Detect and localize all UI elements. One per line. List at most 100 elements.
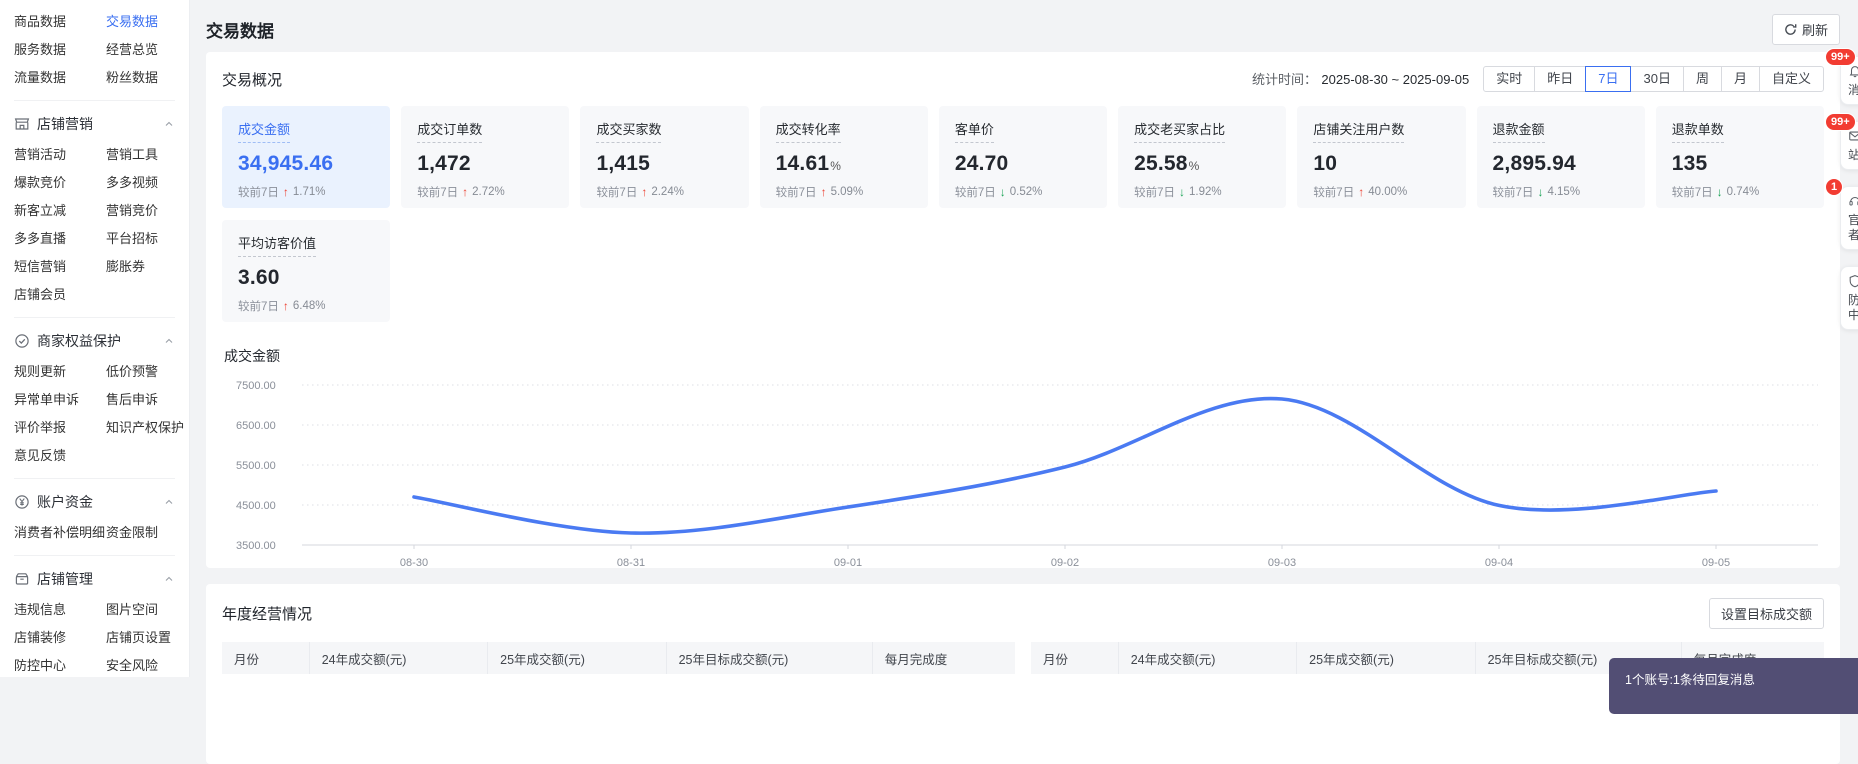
sidebar-link[interactable]: 平台招标 bbox=[106, 225, 189, 253]
chevron-up-icon[interactable] bbox=[163, 118, 175, 130]
sidebar-link[interactable]: 异常单申诉 bbox=[14, 386, 106, 414]
overview-title: 交易概况 bbox=[222, 69, 282, 90]
sidebar-link[interactable]: 流量数据 bbox=[14, 64, 106, 92]
stat-card-delta: 较前7日↓0.74% bbox=[1672, 184, 1808, 200]
stat-card-delta: 较前7日↓4.15% bbox=[1493, 184, 1629, 200]
column-header: 25年成交额(元) bbox=[1297, 642, 1475, 674]
chevron-up-icon[interactable] bbox=[163, 573, 175, 585]
stat-card[interactable]: 成交转化率14.61%较前7日↑5.09% bbox=[760, 106, 928, 208]
sidebar-link[interactable]: 知识产权保护 bbox=[106, 414, 189, 442]
sidebar-link[interactable]: 多多直播 bbox=[14, 225, 106, 253]
sidebar-link[interactable]: 营销活动 bbox=[14, 141, 106, 169]
sidebar-link[interactable]: 消费者补偿明细 bbox=[14, 519, 106, 547]
range-tab-周[interactable]: 周 bbox=[1683, 66, 1722, 92]
range-tab-30日[interactable]: 30日 bbox=[1630, 66, 1683, 92]
floating-widget[interactable]: 防中 bbox=[1840, 266, 1858, 330]
sidebar-link[interactable]: 营销工具 bbox=[106, 141, 189, 169]
sidebar-link[interactable]: 店铺页设置 bbox=[106, 624, 189, 652]
delta-percent: 0.52% bbox=[1010, 186, 1043, 198]
stat-card-label: 客单价 bbox=[955, 119, 994, 143]
stat-card-value: 2,895.94 bbox=[1493, 152, 1629, 176]
stat-card[interactable]: 成交老买家占比25.58%较前7日↓1.92% bbox=[1118, 106, 1286, 208]
sidebar-link[interactable]: 安全风险 bbox=[106, 652, 189, 680]
stat-card-label: 退款金额 bbox=[1493, 119, 1545, 143]
delta-percent: 1.92% bbox=[1189, 186, 1222, 198]
sidebar-link[interactable]: 交易数据 bbox=[106, 8, 189, 36]
sidebar-link[interactable]: 服务数据 bbox=[14, 36, 106, 64]
arrow-up-icon: ↑ bbox=[283, 185, 289, 199]
sidebar-link[interactable]: 营销竞价 bbox=[106, 197, 189, 225]
stat-card-delta: 较前7日↑5.09% bbox=[776, 184, 912, 200]
stat-card[interactable]: 店铺关注用户数10较前7日↑40.00% bbox=[1297, 106, 1465, 208]
sidebar-link[interactable]: 售后申诉 bbox=[106, 386, 189, 414]
chevron-up-icon[interactable] bbox=[163, 496, 175, 508]
compare-label: 较前7日 bbox=[1134, 184, 1175, 200]
sidebar-link[interactable]: 低价预警 bbox=[106, 358, 189, 386]
chevron-up-icon[interactable] bbox=[163, 335, 175, 347]
sidebar-link[interactable]: 店铺会员 bbox=[14, 281, 106, 309]
sidebar-link[interactable]: 粉丝数据 bbox=[106, 64, 189, 92]
stat-card-label: 成交金额 bbox=[238, 119, 290, 143]
floating-widget-label: 防 bbox=[1848, 293, 1858, 308]
stat-card[interactable]: 平均访客价值3.60较前7日↑6.48% bbox=[222, 220, 390, 322]
floating-widget[interactable]: 1官者 bbox=[1840, 186, 1858, 250]
stat-card-delta: 较前7日↑40.00% bbox=[1313, 184, 1449, 200]
sidebar-link[interactable]: 爆款竞价 bbox=[14, 169, 106, 197]
sidebar-link[interactable]: 短信营销 bbox=[14, 253, 106, 281]
sidebar-link[interactable]: 防控中心 bbox=[14, 652, 106, 680]
range-tab-月[interactable]: 月 bbox=[1721, 66, 1760, 92]
sidebar-section-header[interactable]: 店铺管理 bbox=[14, 564, 189, 594]
sidebar-link[interactable]: 资金限制 bbox=[106, 519, 189, 547]
stat-card[interactable]: 客单价24.70较前7日↓0.52% bbox=[939, 106, 1107, 208]
sidebar-link[interactable]: 规则更新 bbox=[14, 358, 106, 386]
sidebar-divider bbox=[14, 478, 175, 479]
stat-card-unit: % bbox=[1189, 159, 1200, 173]
sidebar-section-header[interactable]: 店铺营销 bbox=[14, 109, 189, 139]
sidebar-link[interactable]: 商品数据 bbox=[14, 8, 106, 36]
sidebar-link[interactable]: 图片空间 bbox=[106, 596, 189, 624]
refresh-button[interactable]: 刷新 bbox=[1772, 14, 1840, 45]
stat-card-value: 34,945.46 bbox=[238, 152, 374, 176]
chart-block: 成交金额 7500.006500.005500.004500.003500.00… bbox=[222, 346, 1824, 572]
stat-card-value: 10 bbox=[1313, 152, 1449, 176]
notification-toast[interactable]: 1个账号:1条待回复消息 bbox=[1609, 658, 1858, 714]
sidebar-link[interactable]: 新客立减 bbox=[14, 197, 106, 225]
arrow-up-icon: ↑ bbox=[1358, 185, 1364, 199]
sidebar-link[interactable]: 多多视频 bbox=[106, 169, 189, 197]
sidebar-link[interactable]: 膨胀券 bbox=[106, 253, 189, 281]
sidebar-link[interactable]: 意见反馈 bbox=[14, 442, 106, 470]
range-tab-7日[interactable]: 7日 bbox=[1585, 66, 1631, 92]
stat-card[interactable]: 退款单数135较前7日↓0.74% bbox=[1656, 106, 1824, 208]
floating-widget-label: 中 bbox=[1848, 308, 1858, 323]
sidebar: 商品数据交易数据服务数据经营总览流量数据粉丝数据 店铺营销营销活动营销工具爆款竞… bbox=[0, 0, 190, 677]
sidebar-section-header[interactable]: 账户资金 bbox=[14, 487, 189, 517]
stat-card[interactable]: 成交订单数1,472较前7日↑2.72% bbox=[401, 106, 569, 208]
delta-percent: 5.09% bbox=[831, 186, 864, 198]
bell-icon bbox=[1848, 64, 1858, 78]
floating-widget[interactable]: 99+消 bbox=[1840, 56, 1858, 105]
column-header: 每月完成度 bbox=[872, 642, 1015, 674]
stat-card[interactable]: 成交金额34,945.46较前7日↑1.71% bbox=[222, 106, 390, 208]
revenue-line-chart[interactable]: 7500.006500.005500.004500.003500.0008-30… bbox=[222, 370, 1824, 572]
floating-widget[interactable]: 99+站 bbox=[1840, 121, 1858, 170]
sidebar-divider bbox=[14, 555, 175, 556]
stat-card[interactable]: 成交买家数1,415较前7日↑2.24% bbox=[580, 106, 748, 208]
sidebar-section-header[interactable]: 商家权益保护 bbox=[14, 326, 189, 356]
stat-card-delta: 较前7日↓0.52% bbox=[955, 184, 1091, 200]
sidebar-top-links: 商品数据交易数据服务数据经营总览流量数据粉丝数据 bbox=[14, 8, 189, 92]
column-header: 24年成交额(元) bbox=[1118, 642, 1296, 674]
stat-card-delta: 较前7日↓1.92% bbox=[1134, 184, 1270, 200]
sidebar-link[interactable]: 评价举报 bbox=[14, 414, 106, 442]
range-tab-昨日[interactable]: 昨日 bbox=[1534, 66, 1586, 92]
stat-card-label: 成交转化率 bbox=[776, 119, 841, 143]
annual-panel: 年度经营情况 设置目标成交额 月份24年成交额(元)25年成交额(元)25年目标… bbox=[206, 584, 1840, 764]
range-tab-实时[interactable]: 实时 bbox=[1483, 66, 1535, 92]
sidebar-link[interactable]: 店铺装修 bbox=[14, 624, 106, 652]
range-tab-自定义[interactable]: 自定义 bbox=[1759, 66, 1824, 92]
sidebar-link[interactable]: 违规信息 bbox=[14, 596, 106, 624]
stat-card-unit: % bbox=[830, 159, 841, 173]
stat-card-value: 135 bbox=[1672, 152, 1808, 176]
stat-card[interactable]: 退款金额 2,895.94 较前7日↓4.15% bbox=[1477, 106, 1645, 208]
sidebar-link[interactable]: 经营总览 bbox=[106, 36, 189, 64]
set-target-button[interactable]: 设置目标成交额 bbox=[1709, 598, 1824, 629]
